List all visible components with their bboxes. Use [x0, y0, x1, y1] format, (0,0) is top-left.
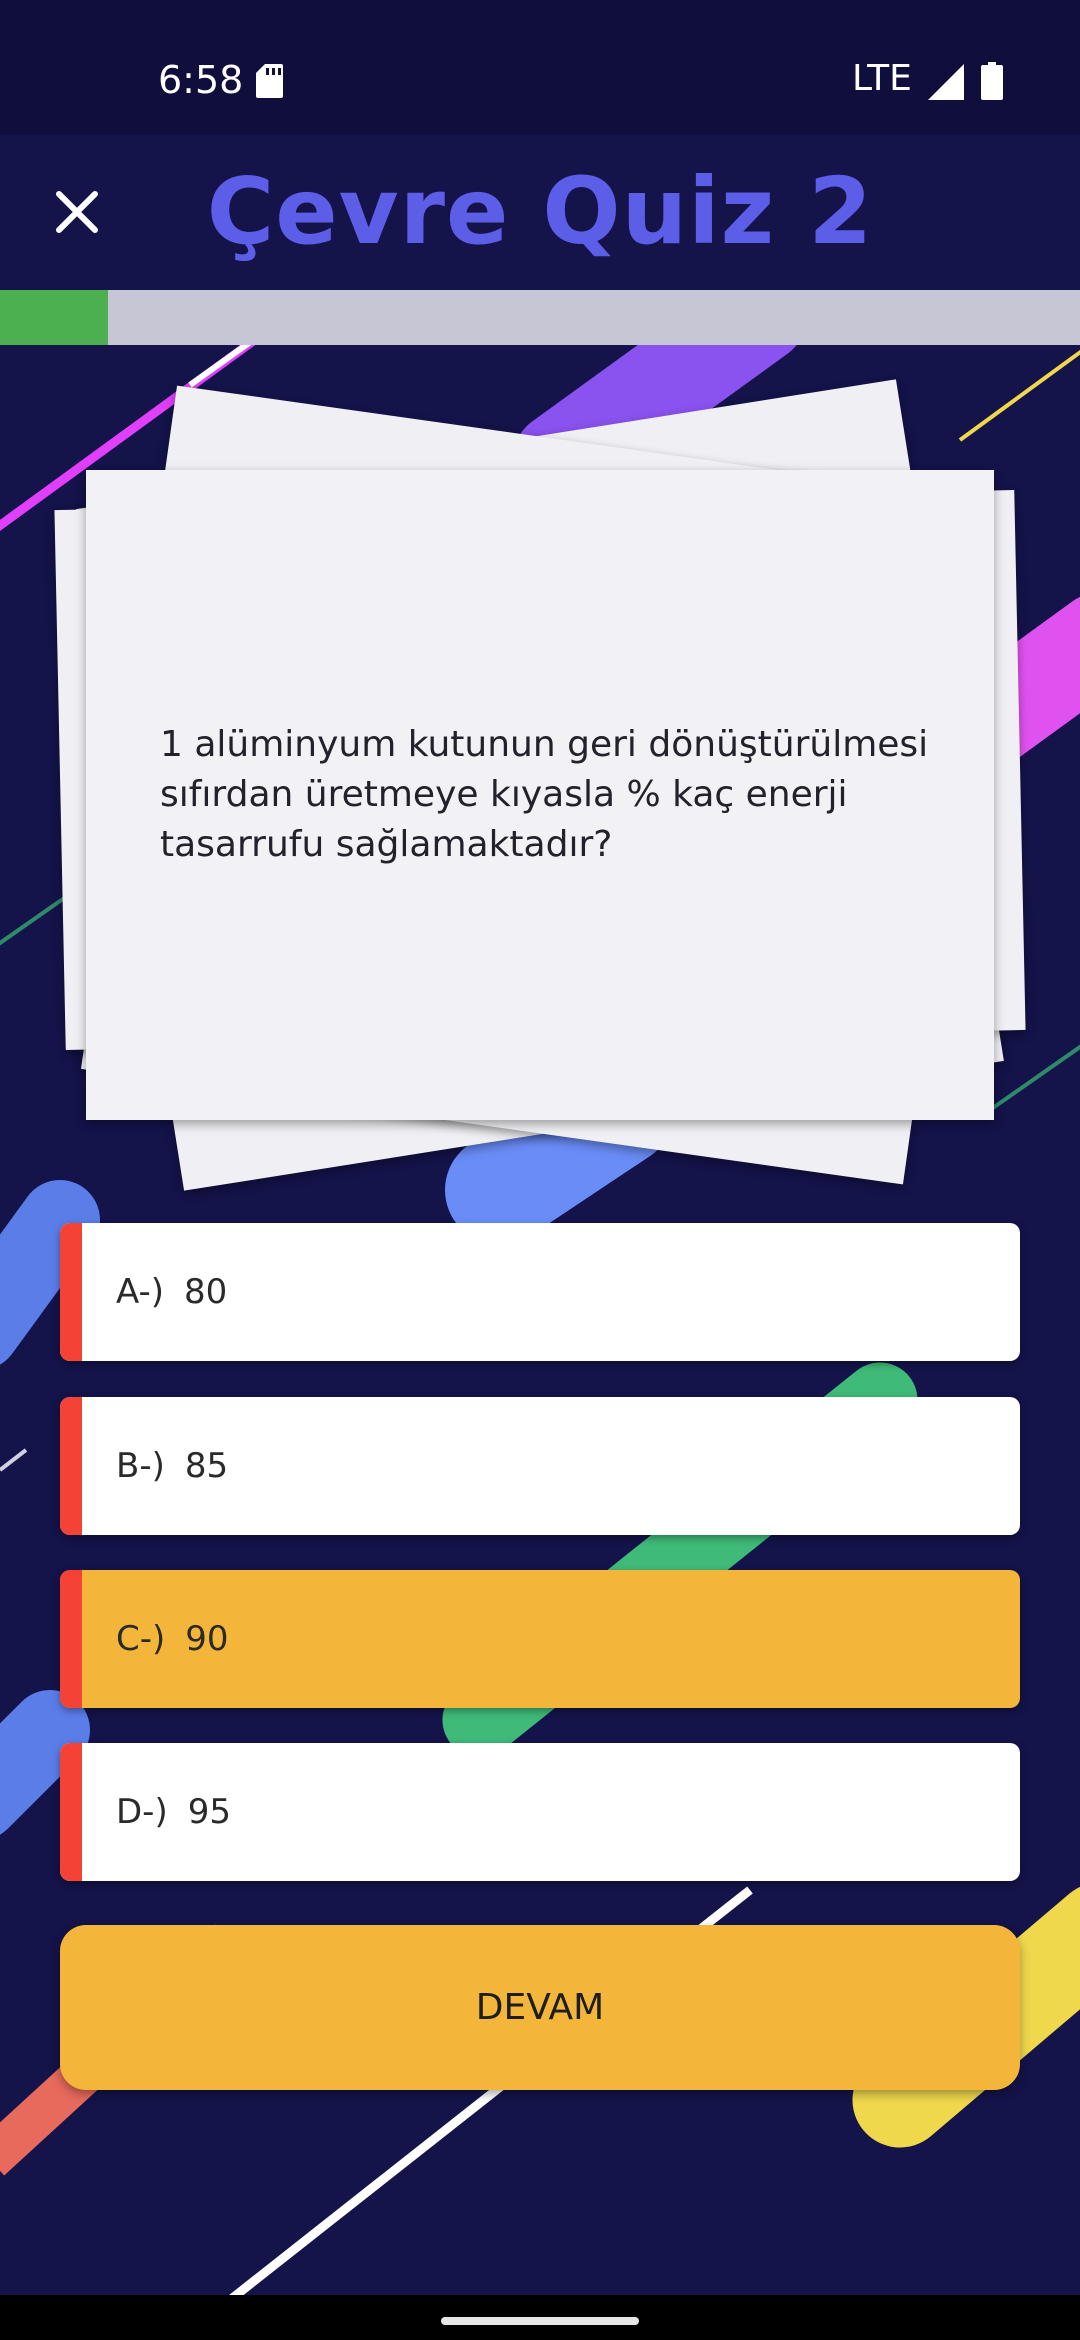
- option-accent: [60, 1397, 82, 1535]
- option-value: 90: [185, 1619, 229, 1659]
- page-title: Çevre Quiz 2: [206, 158, 874, 265]
- option-b[interactable]: B-) 85: [60, 1397, 1020, 1535]
- option-label: B-) 85: [116, 1397, 228, 1535]
- status-time: 6:58: [158, 58, 244, 102]
- option-letter: B-): [116, 1446, 165, 1486]
- quiz-progress-fill: [0, 290, 108, 345]
- option-d[interactable]: D-) 95: [60, 1743, 1020, 1881]
- option-letter: C-): [116, 1619, 166, 1659]
- continue-button[interactable]: DEVAM: [60, 1925, 1020, 2090]
- option-label: D-) 95: [116, 1743, 231, 1881]
- battery-icon: [981, 62, 1003, 100]
- status-bar: 6:58 LTE: [0, 0, 1080, 135]
- option-value: 80: [184, 1272, 228, 1312]
- network-type: LTE: [852, 58, 912, 99]
- quiz-progress-bar: [0, 290, 1080, 345]
- home-handle[interactable]: [441, 2317, 639, 2325]
- option-c[interactable]: C-) 90: [60, 1570, 1020, 1708]
- option-label: C-) 90: [116, 1570, 229, 1708]
- app-bar: Çevre Quiz 2: [0, 135, 1080, 290]
- option-accent: [60, 1743, 82, 1881]
- option-accent: [60, 1570, 82, 1708]
- option-letter: A-): [116, 1272, 165, 1312]
- option-label: A-) 80: [116, 1223, 227, 1361]
- option-accent: [60, 1223, 82, 1361]
- navigation-bar: [0, 2295, 1080, 2340]
- option-value: 95: [187, 1792, 231, 1832]
- question-card-stack: 1 alüminyum kutunun geri dönüştürülmesi …: [0, 379, 1080, 1210]
- option-a[interactable]: A-) 80: [60, 1223, 1020, 1361]
- question-text: 1 alüminyum kutunun geri dönüştürülmesi …: [160, 724, 929, 865]
- option-letter: D-): [116, 1792, 168, 1832]
- option-value: 85: [184, 1446, 229, 1486]
- signal-icon: [928, 64, 964, 100]
- question-card: 1 alüminyum kutunun geri dönüştürülmesi …: [86, 470, 994, 1120]
- sd-card-icon: [256, 64, 283, 98]
